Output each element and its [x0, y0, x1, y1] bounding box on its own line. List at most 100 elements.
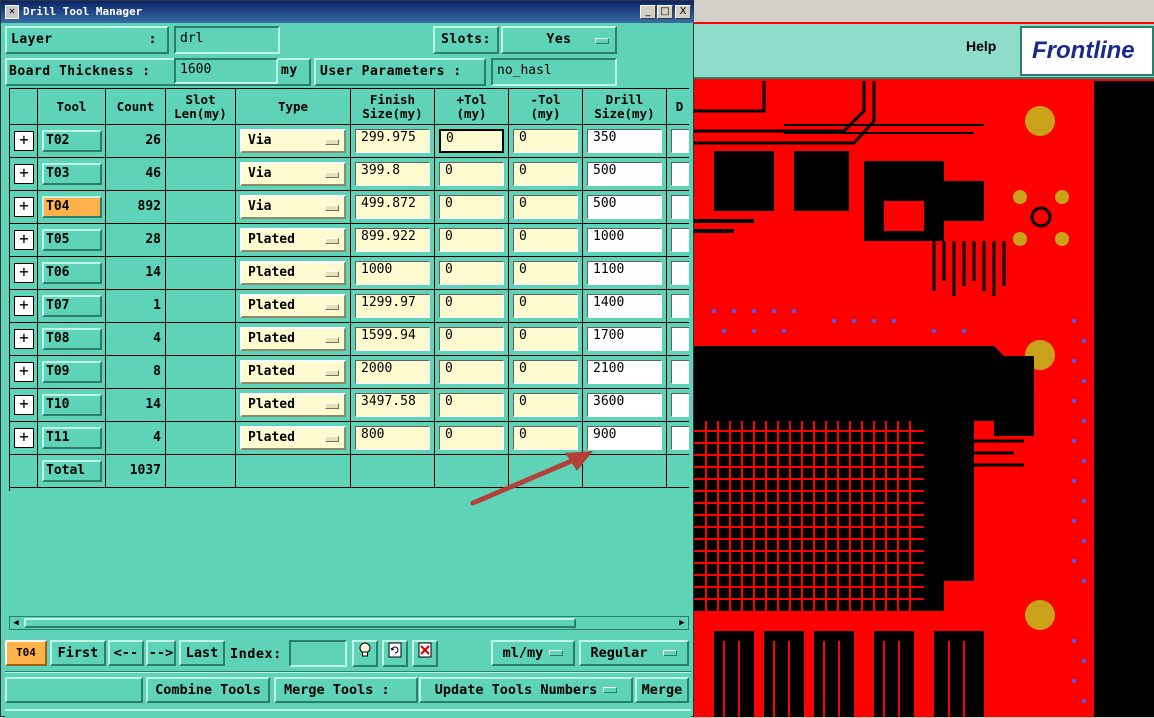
- d-input[interactable]: [671, 261, 689, 285]
- slots-dropdown[interactable]: Yes: [501, 26, 617, 54]
- tool-button[interactable]: T07: [42, 295, 102, 317]
- type-dropdown[interactable]: Via: [240, 162, 346, 186]
- minus-tol-input[interactable]: 0: [513, 393, 578, 417]
- tool-button[interactable]: T09: [42, 361, 102, 383]
- expand-icon[interactable]: +: [14, 329, 34, 349]
- tool-button[interactable]: T10: [42, 394, 102, 416]
- close-icon[interactable]: X: [675, 5, 691, 19]
- pcb-viewer[interactable]: Help Frontline: [694, 0, 1154, 717]
- d-input[interactable]: [671, 327, 689, 351]
- next-button[interactable]: -->: [146, 640, 176, 666]
- finish-size-input[interactable]: 1299.97: [355, 294, 430, 318]
- column-header[interactable]: -Tol (my): [509, 89, 583, 125]
- type-dropdown[interactable]: Via: [240, 195, 346, 219]
- minus-tol-input[interactable]: 0: [513, 327, 578, 351]
- type-dropdown[interactable]: Plated: [240, 261, 346, 285]
- tool-button[interactable]: T11: [42, 427, 102, 449]
- drill-size-input[interactable]: 500: [587, 195, 662, 219]
- maximize-icon[interactable]: □: [657, 5, 673, 19]
- delete-icon[interactable]: [412, 640, 438, 667]
- board-thickness-field[interactable]: 1600: [174, 58, 278, 84]
- tool-button[interactable]: T06: [42, 262, 102, 284]
- plus-tol-input[interactable]: 0: [439, 129, 504, 153]
- plus-tol-input[interactable]: 0: [439, 393, 504, 417]
- d-input[interactable]: [671, 162, 689, 186]
- drill-size-input[interactable]: 1700: [587, 327, 662, 351]
- finish-size-input[interactable]: 1599.94: [355, 327, 430, 351]
- plus-tol-input[interactable]: 0: [439, 327, 504, 351]
- tool-button[interactable]: T04: [42, 196, 102, 218]
- drill-size-input[interactable]: 3600: [587, 393, 662, 417]
- tool-button[interactable]: T02: [42, 130, 102, 152]
- type-dropdown[interactable]: Plated: [240, 360, 346, 384]
- prev-button[interactable]: <--: [108, 640, 144, 666]
- type-dropdown[interactable]: Plated: [240, 228, 346, 252]
- plus-tol-input[interactable]: 0: [439, 228, 504, 252]
- expand-icon[interactable]: +: [14, 395, 34, 415]
- drill-size-input[interactable]: 1000: [587, 228, 662, 252]
- layer-field[interactable]: drl: [174, 26, 280, 54]
- lightbulb-icon[interactable]: [352, 640, 378, 667]
- minus-tol-input[interactable]: 0: [513, 195, 578, 219]
- type-dropdown[interactable]: Plated: [240, 426, 346, 450]
- finish-size-input[interactable]: 3497.58: [355, 393, 430, 417]
- expand-icon[interactable]: +: [14, 296, 34, 316]
- finish-size-input[interactable]: 899.922: [355, 228, 430, 252]
- expand-icon[interactable]: +: [14, 230, 34, 250]
- title-bar[interactable]: Drill Tool Manager: [1, 1, 695, 23]
- window-menu-icon[interactable]: ✕: [5, 5, 19, 19]
- finish-size-input[interactable]: 299.975: [355, 129, 430, 153]
- column-header[interactable]: Drill Size(my): [583, 89, 667, 125]
- tool-button[interactable]: T03: [42, 163, 102, 185]
- d-input[interactable]: [671, 360, 689, 384]
- update-tools-numbers-dropdown[interactable]: Update Tools Numbers: [419, 677, 633, 703]
- finish-size-input[interactable]: 399.8: [355, 162, 430, 186]
- expand-icon[interactable]: +: [14, 263, 34, 283]
- column-header[interactable]: Slot Len(my): [166, 89, 236, 125]
- units-dropdown[interactable]: ml/my: [491, 640, 575, 666]
- plus-tol-input[interactable]: 0: [439, 261, 504, 285]
- plus-tol-input[interactable]: 0: [439, 360, 504, 384]
- first-button[interactable]: First: [50, 640, 106, 666]
- finish-size-input[interactable]: 800: [355, 426, 430, 450]
- plus-tol-input[interactable]: 0: [439, 294, 504, 318]
- expand-icon[interactable]: +: [14, 164, 34, 184]
- minus-tol-input[interactable]: 0: [513, 162, 578, 186]
- layer-label[interactable]: Layer :: [5, 26, 169, 54]
- column-header[interactable]: D: [667, 89, 689, 125]
- merge-button[interactable]: Merge: [635, 677, 689, 703]
- d-input[interactable]: [671, 393, 689, 417]
- type-dropdown[interactable]: Plated: [240, 393, 346, 417]
- d-input[interactable]: [671, 228, 689, 252]
- plus-tol-input[interactable]: 0: [439, 162, 504, 186]
- index-field[interactable]: [289, 640, 347, 667]
- d-input[interactable]: [671, 195, 689, 219]
- scroll-left-icon[interactable]: ◀: [10, 617, 22, 629]
- minus-tol-input[interactable]: 0: [513, 261, 578, 285]
- minus-tol-input[interactable]: 0: [513, 294, 578, 318]
- mode-dropdown[interactable]: Regular: [579, 640, 689, 666]
- help-link[interactable]: Help: [966, 38, 996, 54]
- finish-size-input[interactable]: 1000: [355, 261, 430, 285]
- minimize-icon[interactable]: _: [640, 5, 656, 19]
- scroll-right-icon[interactable]: ▶: [676, 617, 688, 629]
- tool-button[interactable]: T05: [42, 229, 102, 251]
- last-button[interactable]: Last: [179, 640, 225, 666]
- expand-icon[interactable]: +: [14, 428, 34, 448]
- finish-size-input[interactable]: 499.872: [355, 195, 430, 219]
- expand-icon[interactable]: +: [14, 131, 34, 151]
- expand-icon[interactable]: +: [14, 197, 34, 217]
- column-header[interactable]: Type: [236, 89, 351, 125]
- drill-size-input[interactable]: 1100: [587, 261, 662, 285]
- drill-size-input[interactable]: 2100: [587, 360, 662, 384]
- plus-tol-input[interactable]: 0: [439, 195, 504, 219]
- d-input[interactable]: [671, 294, 689, 318]
- d-input[interactable]: [671, 426, 689, 450]
- column-header[interactable]: Tool: [38, 89, 106, 125]
- type-dropdown[interactable]: Plated: [240, 327, 346, 351]
- drill-size-input[interactable]: 1400: [587, 294, 662, 318]
- d-input[interactable]: [671, 129, 689, 153]
- column-header[interactable]: +Tol (my): [435, 89, 509, 125]
- combine-tools-button[interactable]: Combine Tools: [146, 677, 270, 703]
- minus-tol-input[interactable]: 0: [513, 129, 578, 153]
